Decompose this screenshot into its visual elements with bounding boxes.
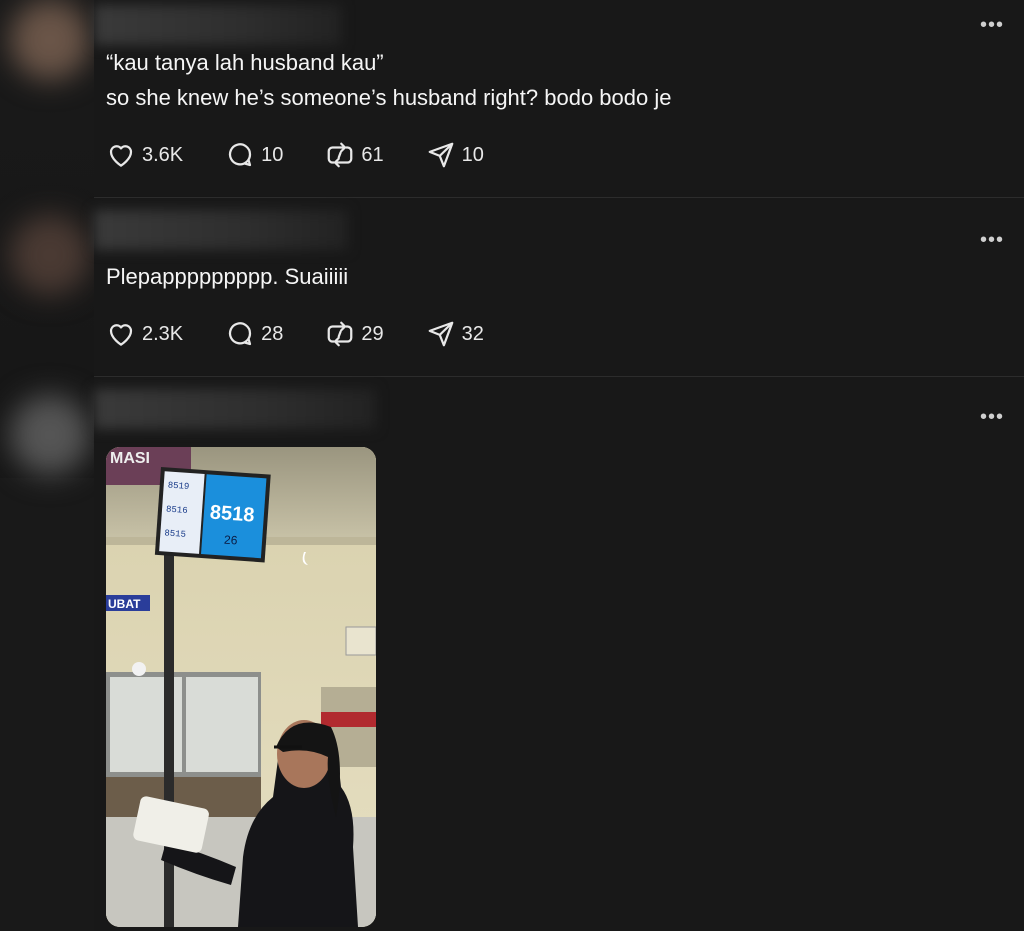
share-count: 10 (461, 143, 484, 166)
post-text-line: Plepappppppppp. Suaiiiii (106, 264, 349, 289)
more-icon[interactable]: ••• (980, 15, 1004, 35)
repost-count: 29 (361, 322, 384, 345)
username-blurred (94, 210, 348, 250)
video-frame: MASI UBAT 8519 8516 8515 8518 26 (106, 447, 376, 927)
reply-count: 28 (261, 322, 284, 345)
like-button[interactable]: 2.3K (106, 319, 183, 349)
like-button[interactable]: 3.6K (106, 140, 183, 170)
queue-number: 8515 (164, 528, 186, 539)
avatar[interactable] (10, 215, 90, 295)
post: ••• “kau tanya lah husband kau” so she k… (94, 0, 1024, 197)
ubat-sign: UBAT (108, 597, 141, 611)
post-video[interactable]: MASI UBAT 8519 8516 8515 8518 26 (106, 447, 376, 927)
reply-button[interactable]: 10 (225, 140, 283, 170)
post-text-line: “kau tanya lah husband kau” (106, 50, 384, 75)
repost-button[interactable]: 61 (325, 140, 384, 170)
repost-count: 61 (361, 143, 384, 166)
more-icon[interactable]: ••• (980, 407, 1004, 427)
repost-icon (328, 142, 353, 168)
action-bar: 2.3K 28 29 32 (106, 319, 526, 349)
share-count: 32 (461, 322, 484, 345)
sign-text: MASI (110, 450, 150, 467)
reply-count: 10 (261, 143, 284, 166)
like-count: 2.3K (142, 322, 184, 345)
queue-number: 8519 (167, 481, 189, 492)
post-text-line: so she knew he’s someone’s husband right… (106, 85, 672, 110)
repost-icon (328, 321, 353, 347)
comment-icon (229, 143, 252, 167)
action-bar: 3.6K 10 61 10 (106, 140, 526, 170)
share-button[interactable]: 10 (426, 140, 484, 170)
username-blurred (94, 5, 342, 45)
repost-button[interactable]: 29 (325, 319, 384, 349)
avatar[interactable] (10, 395, 90, 475)
comment-icon (229, 322, 252, 346)
avatar[interactable] (10, 0, 90, 80)
thread-page: ••• “kau tanya lah husband kau” so she k… (0, 0, 1024, 931)
share-button[interactable]: 32 (426, 319, 484, 349)
post: ••• MASI UBAT 8519 8516 8515 8518 26 (94, 377, 1024, 931)
current-number: 8518 (209, 502, 255, 527)
heart-icon (109, 145, 133, 167)
username-blurred (94, 389, 376, 429)
queue-number: 8516 (166, 504, 188, 515)
share-icon (428, 321, 454, 347)
like-count: 3.6K (142, 143, 184, 166)
heart-icon (109, 324, 133, 346)
counter-number: 26 (224, 533, 239, 548)
reply-button[interactable]: 28 (225, 319, 283, 349)
more-icon[interactable]: ••• (980, 230, 1004, 250)
share-icon (428, 142, 454, 168)
post: ••• Plepappppppppp. Suaiiiii 2.3K 28 29 … (94, 198, 1024, 376)
avatar-column (0, 0, 94, 478)
